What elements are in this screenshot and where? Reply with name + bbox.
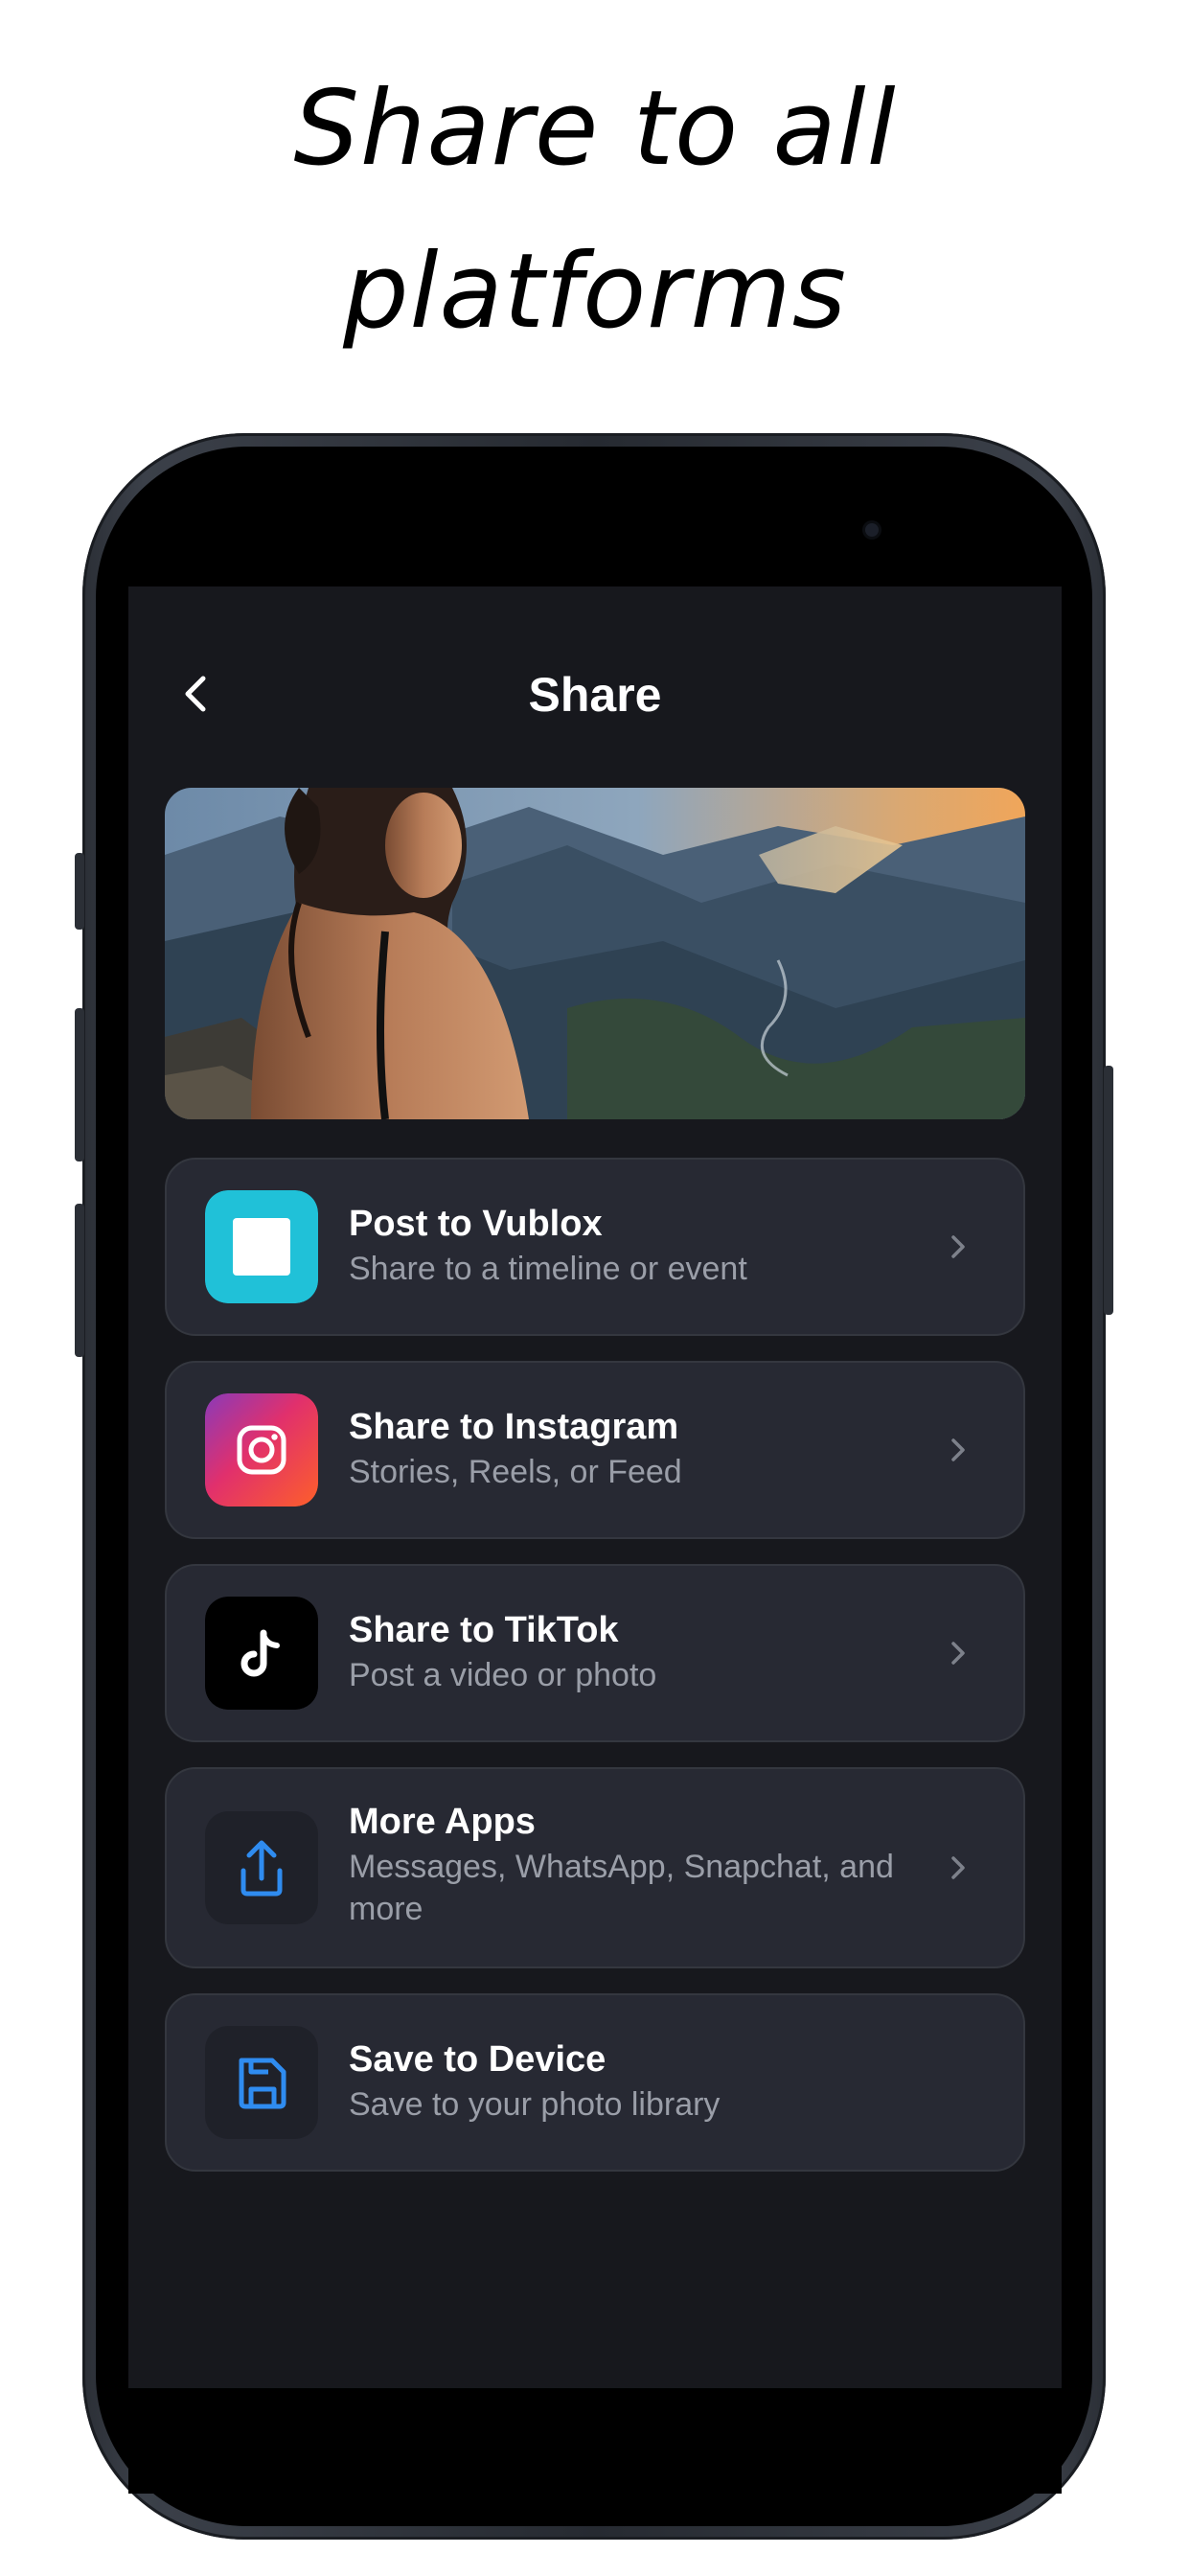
photo-preview (165, 788, 1025, 1119)
option-subtitle: Post a video or photo (349, 1657, 657, 1693)
woman-overlooking-mountain-valley-photo (165, 788, 1025, 1119)
option-subtitle: Stories, Reels, or Feed (349, 1454, 682, 1490)
headline-line-1: Share to all (293, 69, 897, 189)
phone-volume-up-button (75, 1008, 84, 1162)
share-screen: Share Post to Vublox Share to a timeline… (128, 586, 1062, 2388)
save-to-device-option[interactable]: Save to Device Save to your photo librar… (165, 1993, 1025, 2172)
headline-line-2: platforms (342, 232, 848, 352)
option-text: Save to Device Save to your photo librar… (349, 2036, 899, 2126)
option-title: Share to TikTok (349, 1610, 619, 1650)
share-to-tiktok-option[interactable]: Share to TikTok Post a video or photo (165, 1564, 1025, 1742)
option-subtitle: Save to your photo library (349, 2086, 721, 2123)
marketing-headline: Share to all platforms (0, 48, 1190, 374)
phone-volume-down-button (75, 1204, 84, 1357)
chevron-right-icon (941, 1230, 975, 1264)
option-text: Share to TikTok Post a video or photo (349, 1606, 899, 1696)
front-camera (865, 523, 879, 537)
phone-power-button (1104, 1066, 1113, 1315)
navigation-bar: Share (128, 644, 1062, 749)
option-subtitle: Share to a timeline or event (349, 1251, 747, 1287)
post-to-vublox-option[interactable]: Post to Vublox Share to a timeline or ev… (165, 1158, 1025, 1336)
option-subtitle: Messages, WhatsApp, Snapchat, and more (349, 1849, 894, 1927)
share-upload-icon (205, 1811, 318, 1924)
option-text: Post to Vublox Share to a timeline or ev… (349, 1200, 899, 1290)
floppy-disk-save-icon (205, 2026, 318, 2139)
more-apps-option[interactable]: More Apps Messages, WhatsApp, Snapchat, … (165, 1767, 1025, 1968)
phone-bottom-bezel-area (128, 2388, 1062, 2494)
app-store-screenshot: Share to all platforms Share Post to Vub… (0, 0, 1190, 2576)
phone-notch (416, 447, 879, 560)
option-title: Post to Vublox (349, 1204, 603, 1244)
chevron-right-icon (941, 1433, 975, 1467)
option-title: Share to Instagram (349, 1407, 679, 1447)
option-title: Save to Device (349, 2039, 606, 2080)
chevron-right-icon (941, 1851, 975, 1885)
tiktok-icon (205, 1597, 318, 1710)
option-title: More Apps (349, 1802, 536, 1842)
option-text: Share to Instagram Stories, Reels, or Fe… (349, 1403, 899, 1493)
instagram-icon (205, 1393, 318, 1506)
phone-silent-switch (75, 853, 84, 930)
share-to-instagram-option[interactable]: Share to Instagram Stories, Reels, or Fe… (165, 1361, 1025, 1539)
chevron-right-icon (941, 1636, 975, 1670)
option-text: More Apps Messages, WhatsApp, Snapchat, … (349, 1798, 899, 1930)
vublox-app-icon (205, 1190, 318, 1303)
page-title: Share (528, 668, 662, 722)
